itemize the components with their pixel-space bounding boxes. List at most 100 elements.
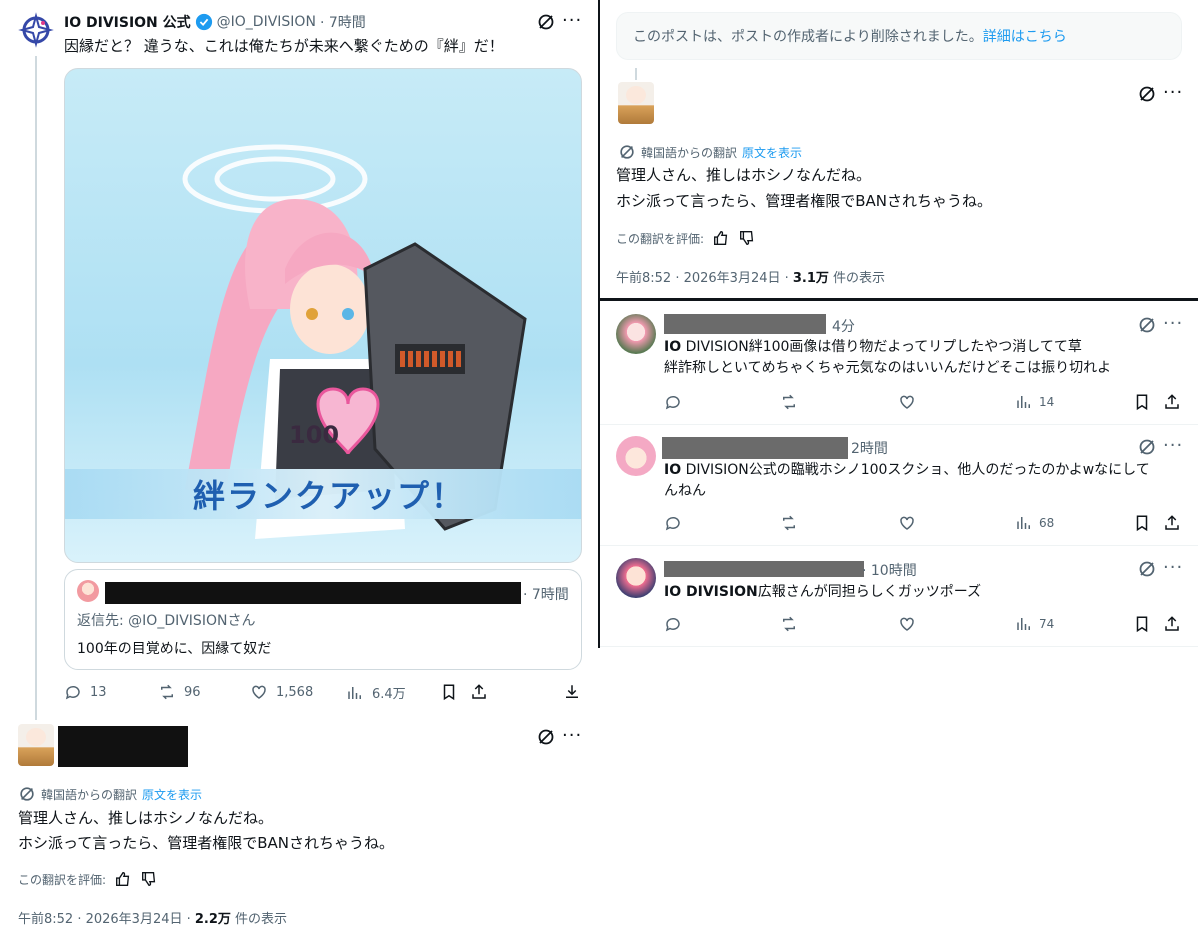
retweet-icon — [158, 683, 176, 701]
like-button[interactable]: 1,568 — [250, 683, 313, 701]
views-button-r0[interactable]: 14 — [1015, 393, 1054, 411]
translation-label: 韓国語からの翻訳 — [41, 787, 138, 802]
right-reply-avatar[interactable] — [618, 82, 654, 124]
views-button[interactable]: 6.4万 — [346, 683, 406, 702]
views-chart-icon — [346, 684, 364, 702]
io-division-avatar[interactable] — [18, 12, 54, 48]
verified-badge-icon — [195, 13, 213, 31]
post-time[interactable]: · 7時間 — [320, 12, 366, 32]
meta-time[interactable]: 午前8:52 · 2026年3月24日 · — [18, 912, 195, 927]
more-options-icon-r0[interactable]: ··· — [1163, 315, 1183, 333]
reply-avatar[interactable] — [18, 724, 54, 766]
more-options-icon-r2[interactable]: ··· — [1163, 559, 1183, 577]
grok-icon-r1[interactable] — [1137, 437, 1157, 457]
reply-item-bold: IO — [664, 462, 682, 478]
view-count: 6.4万 — [372, 687, 406, 702]
translation-label-right: 韓国語からの翻訳 — [641, 145, 738, 160]
reply-item-time[interactable]: · 10時間 — [862, 560, 917, 580]
more-options-icon-r1[interactable]: ··· — [1163, 437, 1183, 455]
bookmark-icon-r0[interactable] — [1133, 393, 1151, 411]
reply-item-time[interactable]: 4分 — [832, 316, 855, 336]
post-header: IO DIVISION 公式 @IO_DIVISION · 7時間 — [64, 12, 366, 32]
rate-label-right: この翻訳を評価: — [616, 231, 705, 246]
grok-icon-reply[interactable] — [536, 727, 556, 747]
meta-views-suffix: 件の表示 — [230, 912, 288, 927]
heart-icon-r1[interactable] — [898, 514, 916, 532]
views-button-r1[interactable]: 68 — [1015, 514, 1054, 532]
views-chart-icon-r1 — [1015, 514, 1033, 532]
bookmark-icon-r1[interactable] — [1133, 514, 1151, 532]
reply-icon-r1[interactable] — [664, 514, 682, 532]
reply-item-line2: 絆詐称しといてめちゃくちゃ元気なのはいいんだけどそこは振り切れよ — [664, 360, 1112, 376]
share-icon-r2[interactable] — [1163, 615, 1181, 633]
meta-time-right[interactable]: 午前8:52 · 2026年3月24日 · — [616, 271, 793, 286]
reply-item-line1: DIVISION公式の臨戦ホシノ100スクショ、他人のだったのかよwなにして — [681, 462, 1150, 478]
thumbs-down-icon[interactable] — [140, 870, 158, 888]
thumbs-down-icon-right[interactable] — [738, 229, 756, 247]
reply-item-line1: 広報さんが同担らしくガッツポーズ — [757, 584, 982, 600]
share-icon[interactable] — [470, 683, 488, 701]
share-icon-r0[interactable] — [1163, 393, 1181, 411]
grok-icon[interactable] — [536, 12, 556, 32]
grok-icon-right-top[interactable] — [1137, 84, 1157, 104]
meta-views-suffix-right: 件の表示 — [828, 271, 886, 286]
reply-separator — [600, 424, 1198, 425]
display-name[interactable]: IO DIVISION 公式 — [64, 12, 191, 32]
more-options-icon[interactable]: ··· — [562, 12, 582, 30]
retweet-count: 96 — [184, 684, 201, 700]
reply-item-avatar[interactable] — [616, 558, 656, 598]
thread-line — [35, 56, 37, 720]
show-original-link[interactable]: 原文を表示 — [142, 786, 202, 803]
heart-icon-r2[interactable] — [898, 615, 916, 633]
reply-separator — [600, 545, 1198, 546]
reply-item-avatar[interactable] — [616, 314, 656, 354]
heart-icon — [250, 683, 268, 701]
reply-meta: 午前8:52 · 2026年3月24日 · 2.2万 件の表示 — [18, 908, 287, 927]
more-options-icon-right-top[interactable]: ··· — [1163, 84, 1183, 102]
grok-icon-r2[interactable] — [1137, 559, 1157, 579]
retweet-button[interactable]: 96 — [158, 683, 201, 701]
more-options-icon-reply[interactable]: ··· — [562, 727, 582, 745]
thumbs-up-icon-right[interactable] — [712, 229, 730, 247]
reply-icon-r2[interactable] — [664, 615, 682, 633]
views-button-r2[interactable]: 74 — [1015, 615, 1054, 633]
views-chart-icon-r0 — [1015, 393, 1033, 411]
deleted-learn-more-link[interactable]: 詳細はこちら — [983, 26, 1067, 46]
handle[interactable]: @IO_DIVISION — [217, 14, 316, 30]
post-image[interactable]: 100 絆ランクアップ！ — [64, 68, 582, 563]
quote-time: · 7時間 — [523, 587, 569, 603]
deleted-notice: このポストは、ポストの作成者により削除されました。 — [633, 29, 983, 45]
meta-views-right: 3.1万 — [792, 271, 829, 286]
views-count-r0: 14 — [1039, 395, 1055, 409]
translation-row-right: 韓国語からの翻訳 原文を表示 — [618, 143, 802, 161]
grok-icon-r0[interactable] — [1137, 315, 1157, 335]
quote-reply-to: 返信先: @IO_DIVISIONさん — [77, 613, 256, 629]
reply-button[interactable]: 13 — [64, 683, 107, 701]
bookmark-icon-r2[interactable] — [1133, 615, 1151, 633]
heart-icon-r0[interactable] — [898, 393, 916, 411]
reply-item-author-redacted — [664, 314, 826, 334]
retweet-icon-r1[interactable] — [780, 514, 798, 532]
views-count-r2: 74 — [1039, 617, 1055, 631]
reply-icon-r0[interactable] — [664, 393, 682, 411]
quote-avatar — [77, 580, 99, 602]
retweet-icon-r0[interactable] — [780, 393, 798, 411]
meta-views: 2.2万 — [194, 912, 231, 927]
reply-count: 13 — [90, 684, 107, 700]
retweet-icon-r2[interactable] — [780, 615, 798, 633]
download-icon[interactable] — [563, 683, 581, 701]
reply-item-time[interactable]: 2時間 — [851, 438, 888, 458]
thumbs-up-icon[interactable] — [114, 870, 132, 888]
right-reply-meta: 午前8:52 · 2026年3月24日 · 3.1万 件の表示 — [616, 267, 885, 286]
reply-item-bold: IO DIVISION — [664, 584, 758, 600]
banner-text: 絆ランクアップ！ — [193, 477, 466, 515]
reply-item-avatar[interactable] — [616, 436, 656, 476]
reply-item-bold: IO — [664, 339, 682, 355]
reply-item-text-line1: IO DIVISION絆100画像は借り物だよってリプしたやつ消してて草 — [664, 336, 1082, 358]
show-original-link-right[interactable]: 原文を表示 — [742, 144, 802, 161]
share-icon-r1[interactable] — [1163, 514, 1181, 532]
deleted-notice-box: このポストは、ポストの作成者により削除されました。 詳細はこちら — [616, 12, 1182, 60]
bookmark-icon[interactable] — [440, 683, 458, 701]
quote-card[interactable]: · 7時間 返信先: @IO_DIVISIONさん 100年の目覚めに、因縁て奴… — [64, 569, 582, 670]
quote-text: 100年の目覚めに、因縁て奴だ — [77, 641, 272, 657]
